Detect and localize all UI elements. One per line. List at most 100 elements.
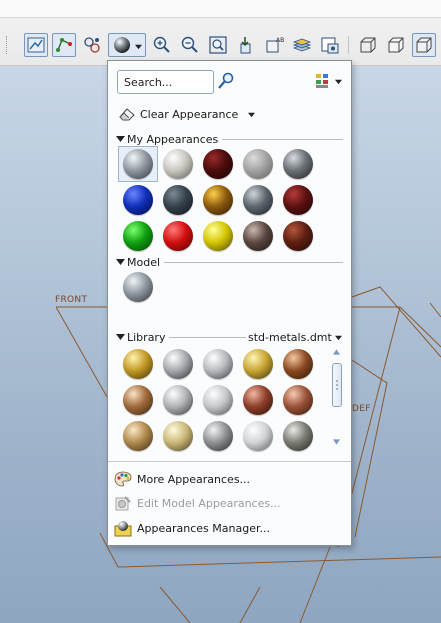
model-title: Model bbox=[127, 255, 161, 269]
appearance-sphere-icon bbox=[243, 149, 273, 179]
appearance-swatch-antique-brass[interactable] bbox=[118, 418, 158, 454]
appearance-swatch-steel[interactable] bbox=[238, 182, 278, 218]
appearance-swatch-dark-slate[interactable] bbox=[158, 182, 198, 218]
library-scrollbar[interactable] bbox=[330, 347, 344, 450]
appearance-sphere-icon bbox=[203, 349, 233, 379]
saved-views-button[interactable]: AB bbox=[262, 33, 288, 57]
datum-display-button[interactable] bbox=[52, 33, 76, 57]
appearance-swatch-copper-dark[interactable] bbox=[278, 346, 318, 382]
search-icon bbox=[218, 72, 234, 89]
library-file-selector[interactable]: std-metals.dmt bbox=[248, 331, 342, 344]
clear-appearance-button[interactable]: Clear Appearance bbox=[118, 105, 256, 123]
hidden-line-button[interactable] bbox=[384, 33, 408, 57]
appearance-swatch-pale-gold[interactable] bbox=[158, 418, 198, 454]
reorient-icon bbox=[240, 37, 251, 54]
svg-text:AB: AB bbox=[276, 37, 284, 44]
appearance-swatch-pearl[interactable] bbox=[158, 146, 198, 182]
appearance-swatch-copper[interactable] bbox=[238, 382, 278, 418]
appearance-swatch-platinum[interactable] bbox=[198, 382, 238, 418]
more-appearances-label: More Appearances... bbox=[137, 472, 251, 486]
chevron-down-icon bbox=[135, 44, 142, 50]
appearance-sphere-icon bbox=[123, 349, 153, 379]
collapse-triangle-icon bbox=[116, 136, 125, 142]
appearance-gallery-button[interactable] bbox=[108, 33, 146, 57]
appearance-swatch-brick[interactable] bbox=[278, 218, 318, 254]
appearance-swatch-default-grey[interactable] bbox=[118, 269, 158, 305]
appearance-swatch-red[interactable] bbox=[158, 218, 198, 254]
library-file-name: std-metals.dmt bbox=[248, 331, 332, 344]
edit-appearance-icon bbox=[115, 496, 131, 511]
appearance-swatch-rock[interactable] bbox=[238, 218, 278, 254]
appearance-sphere-icon bbox=[114, 37, 130, 53]
appearance-swatch-blue[interactable] bbox=[118, 182, 158, 218]
chevron-down-icon bbox=[335, 79, 342, 84]
menu-divider bbox=[108, 461, 351, 462]
hidden-line-cube-icon bbox=[388, 37, 404, 53]
more-appearances-item[interactable]: More Appearances... bbox=[112, 469, 347, 489]
shaded-cube-icon bbox=[416, 37, 432, 53]
appearance-sphere-icon bbox=[243, 221, 273, 251]
model-header[interactable]: Model bbox=[116, 255, 343, 269]
appearance-swatch-graphite[interactable] bbox=[278, 146, 318, 182]
shading-button[interactable] bbox=[412, 33, 436, 57]
appearance-swatch-brass[interactable] bbox=[238, 346, 278, 382]
zoom-in-button[interactable] bbox=[150, 33, 174, 57]
model-appearances-grid bbox=[118, 269, 318, 305]
my-appearances-title: My Appearances bbox=[127, 132, 219, 146]
appearance-sphere-icon bbox=[203, 421, 233, 451]
reorient-button[interactable] bbox=[234, 33, 258, 57]
scroll-down-icon[interactable] bbox=[333, 439, 340, 445]
datum-points-icon bbox=[56, 38, 72, 52]
collapse-triangle-icon bbox=[116, 334, 125, 340]
appearance-sphere-icon bbox=[123, 421, 153, 451]
toolbar-grip[interactable] bbox=[6, 36, 9, 54]
appearance-sphere-icon bbox=[123, 149, 153, 179]
wireframe-button[interactable] bbox=[356, 33, 380, 57]
appearance-swatch-nickel[interactable] bbox=[158, 382, 198, 418]
refit-button[interactable] bbox=[206, 33, 230, 57]
chevron-down-icon bbox=[334, 335, 342, 341]
appearance-swatch-brushed-grey[interactable] bbox=[238, 146, 278, 182]
zoom-out-button[interactable] bbox=[178, 33, 202, 57]
library-header[interactable]: Library bbox=[116, 330, 246, 344]
clear-appearance-label: Clear Appearance bbox=[140, 107, 239, 121]
edit-model-appearances-item[interactable]: Edit Model Appearances... bbox=[112, 493, 347, 513]
appearance-swatch-dark-red[interactable] bbox=[198, 146, 238, 182]
appearance-swatch-silver[interactable] bbox=[198, 346, 238, 382]
scroll-thumb[interactable] bbox=[332, 363, 342, 407]
appearance-sphere-icon bbox=[203, 149, 233, 179]
appearance-swatch-rose-copper[interactable] bbox=[278, 382, 318, 418]
appearance-sphere-icon bbox=[163, 149, 193, 179]
search-input[interactable] bbox=[117, 70, 214, 94]
appearance-swatch-white-metal[interactable] bbox=[238, 418, 278, 454]
appearance-swatch-bronze-light[interactable] bbox=[118, 382, 158, 418]
appearance-swatch-chrome[interactable] bbox=[158, 346, 198, 382]
my-appearances-header[interactable]: My Appearances bbox=[116, 132, 343, 146]
view-manager-button[interactable] bbox=[318, 33, 342, 57]
appearance-swatch-silver-grey[interactable] bbox=[118, 146, 158, 182]
view-options-button[interactable] bbox=[315, 72, 343, 90]
appearance-swatch-maroon[interactable] bbox=[278, 182, 318, 218]
search-button[interactable] bbox=[217, 71, 235, 91]
library-title: Library bbox=[127, 330, 166, 344]
appearance-swatch-yellow[interactable] bbox=[198, 218, 238, 254]
appearance-sphere-icon bbox=[283, 421, 313, 451]
palette-icon bbox=[114, 471, 132, 487]
appearance-swatch-gold[interactable] bbox=[118, 346, 158, 382]
scroll-up-icon[interactable] bbox=[333, 349, 340, 355]
appearance-sphere-icon bbox=[163, 385, 193, 415]
layers-button[interactable] bbox=[290, 33, 314, 57]
datum-label-def: DEF bbox=[352, 404, 371, 414]
appearance-sphere-icon bbox=[283, 221, 313, 251]
view-display-button[interactable] bbox=[24, 33, 48, 57]
spin-center-button[interactable] bbox=[80, 33, 104, 57]
appearance-swatch-bronze[interactable] bbox=[198, 182, 238, 218]
appearances-manager-icon bbox=[114, 521, 132, 537]
zoom-out-icon bbox=[181, 36, 198, 53]
library-appearances-grid bbox=[118, 346, 318, 454]
appearance-swatch-gunmetal[interactable] bbox=[278, 418, 318, 454]
appearance-sphere-icon bbox=[283, 385, 313, 415]
appearance-swatch-steel-dark[interactable] bbox=[198, 418, 238, 454]
appearance-swatch-green[interactable] bbox=[118, 218, 158, 254]
appearances-manager-item[interactable]: Appearances Manager... bbox=[112, 518, 347, 538]
